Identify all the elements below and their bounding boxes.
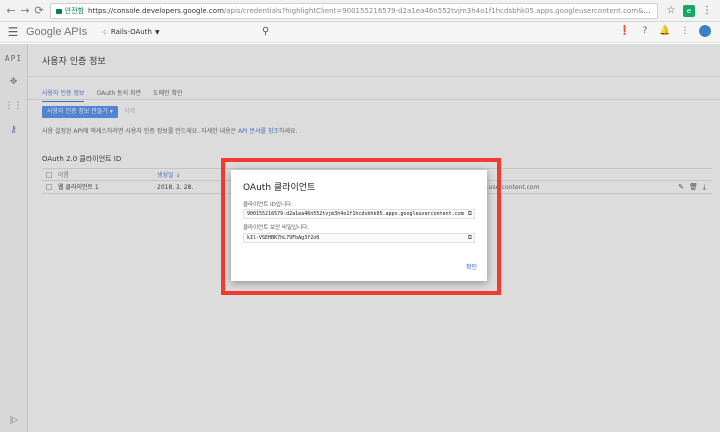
reload-icon[interactable]: ⟳ (32, 4, 46, 18)
project-icon: ⁘ (101, 27, 108, 37)
client-id-value: 900155216579-d2a1ea46n552tvjm3h4o1f1hcds… (247, 211, 464, 217)
app-header: ☰ Google APIs ⁘ Rails-OAuth ▼ ⚲ ❗ ? 🔔 ⋮ (0, 22, 720, 43)
back-icon[interactable]: ← (4, 4, 18, 18)
client-id-field[interactable]: 900155216579-d2a1ea46n552tvjm3h4o1f1hcds… (243, 209, 475, 219)
dialog-title: OAuth 클라이언트 (243, 183, 316, 193)
logo-google: Google (26, 26, 62, 38)
more-options-icon[interactable]: ⋮ (678, 24, 692, 38)
more-vert-icon[interactable]: ⋮ (701, 5, 713, 17)
avatar[interactable] (698, 24, 712, 38)
client-secret-label: 클라이언트 보안 비밀입니다. (243, 225, 309, 231)
address-bar[interactable]: 안전함 https://console.developers.google.co… (50, 2, 658, 19)
help-icon[interactable]: ? (638, 24, 652, 38)
secure-label: 안전함 (64, 6, 85, 15)
project-selector[interactable]: ⁘ Rails-OAuth ▼ (101, 28, 159, 37)
search-icon[interactable]: ⚲ (262, 26, 269, 37)
oauth-client-dialog: OAuth 클라이언트 클라이언트 ID입니다. 900155216579-d2… (231, 170, 487, 281)
feedback-icon[interactable]: ❗ (618, 24, 632, 38)
star-icon[interactable]: ☆ (665, 5, 677, 17)
hamburger-menu-icon[interactable]: ☰ (0, 25, 26, 39)
ok-button[interactable]: 확인 (466, 262, 477, 271)
lock-icon (56, 9, 62, 14)
notifications-icon[interactable]: 🔔 (658, 24, 672, 38)
google-apis-logo[interactable]: Google APIs (26, 26, 87, 38)
browser-toolbar: ← → ⟳ 안전함 https://console.developers.goo… (0, 0, 720, 22)
caret-down-icon: ▼ (154, 28, 160, 36)
url-path: /apis/credentials?highlightClient=900155… (223, 6, 652, 15)
url-text: https://console.developers.google.com/ap… (88, 7, 652, 15)
forward-icon[interactable]: → (18, 4, 32, 18)
client-secret-value: kIl-VSEHBK7hL79FbAg3f2o0 (247, 235, 320, 241)
url-host: https://console.developers.google.com (88, 6, 224, 15)
copy-icon[interactable]: ⧉ (465, 234, 472, 242)
copy-icon[interactable]: ⧉ (465, 210, 472, 218)
extension-icon[interactable]: e (683, 4, 695, 17)
client-secret-field[interactable]: kIl-VSEHBK7hL79FbAg3f2o0 ⧉ (243, 233, 475, 243)
logo-apis: APIs (63, 26, 88, 38)
client-id-label: 클라이언트 ID입니다. (243, 202, 293, 208)
project-name: Rails-OAuth (110, 28, 152, 36)
